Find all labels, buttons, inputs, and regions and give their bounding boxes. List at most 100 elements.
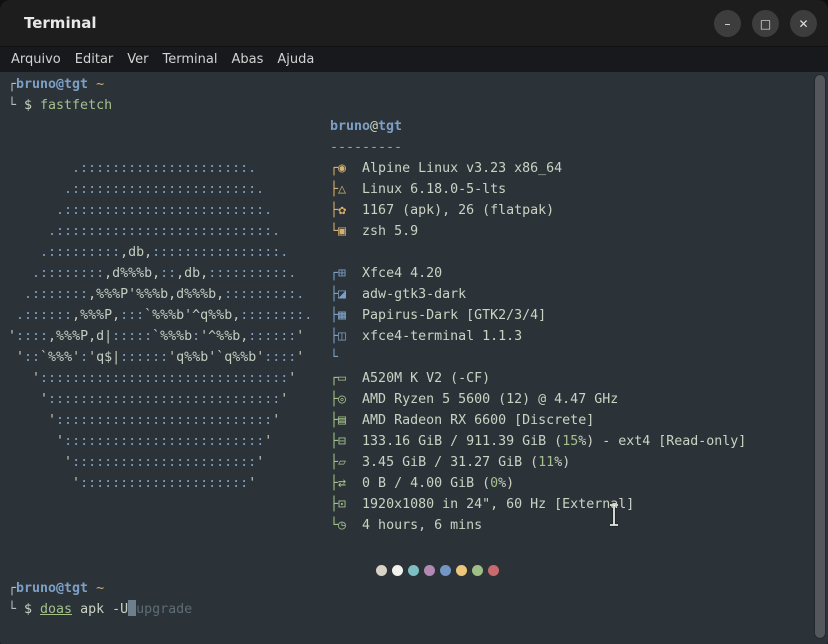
bracket-glyph: ├	[330, 392, 338, 407]
fastfetch-info-line: ├◪ adw-gtk3-dark	[330, 284, 466, 305]
minimize-icon: –	[725, 18, 731, 30]
palette-dot	[456, 565, 467, 576]
menu-item-arquivo[interactable]: Arquivo	[4, 52, 68, 67]
ascii-art-line: ':::::::::::::::::::::::'	[8, 452, 264, 473]
gpu-icon: ▤	[338, 413, 346, 428]
fastfetch-info-line: ├▤ AMD Radeon RX 6600 [Discrete]	[330, 410, 594, 431]
fastfetch-user-host: bruno@tgt	[330, 116, 402, 137]
bracket-glyph: └	[330, 518, 338, 533]
menu-item-terminal[interactable]: Terminal	[156, 52, 225, 67]
ascii-art-line: .:::::::,%%%P'%%%b,d%%%b,:::::::::.	[8, 284, 304, 305]
fastfetch-info-line: ┌⊞ Xfce4 4.20	[330, 263, 442, 284]
text-cursor	[128, 600, 136, 616]
minimize-button[interactable]: –	[714, 10, 741, 37]
terminal-icon: ◫	[338, 329, 346, 344]
maximize-icon: □	[760, 18, 771, 30]
ascii-art-line: .:::::::::::::::::::::::::::.	[8, 221, 280, 242]
palette-dot	[488, 565, 499, 576]
menu-item-abas[interactable]: Abas	[224, 52, 270, 67]
bracket-glyph: ├	[330, 308, 338, 323]
ascii-art-line: ':::::::::::::::::::::'	[8, 473, 256, 494]
palette-dot	[424, 565, 435, 576]
uptime-icon: ◷	[338, 518, 346, 533]
palette-dot	[440, 565, 451, 576]
fastfetch-info-line: ├◎ AMD Ryzen 5 5600 (12) @ 4.47 GHz	[330, 389, 618, 410]
bracket-glyph: ├	[330, 413, 338, 428]
icon-theme-icon: ▦	[338, 308, 346, 323]
bracket-glyph: ┌	[330, 371, 338, 386]
fastfetch-info-line: ├⊟ 133.16 GiB / 911.39 GiB (15%) - ext4 …	[330, 431, 746, 452]
wm-icon: ⊞	[338, 266, 346, 281]
prompt-line: ┌bruno@tgt ~	[8, 74, 104, 95]
memory-icon: ▱	[338, 455, 346, 470]
ascii-art-line: ':::::::::::::::::::::::::::::'	[8, 389, 288, 410]
bracket-glyph: ├	[330, 476, 338, 491]
ascii-art-line: ':::::::::::::::::::::::::::'	[8, 410, 280, 431]
close-icon: ✕	[798, 18, 808, 30]
fastfetch-bracket-tail: └	[330, 347, 338, 368]
ascii-art-line: .:::::::::,db,::::::::::::::::.	[8, 242, 288, 263]
ascii-art-line: ':::::::::::::::::::::::::'	[8, 431, 272, 452]
bracket-glyph: ├	[330, 434, 338, 449]
menubar: ArquivoEditarVerTerminalAbasAjuda	[0, 47, 828, 72]
fastfetch-info-line: └▣ zsh 5.9	[330, 221, 418, 242]
ascii-art-line: .:::::::::::::::::::::::::.	[8, 200, 272, 221]
palette-dot	[376, 565, 387, 576]
fastfetch-info-line: ├⊡ 1920x1080 in 24", 60 Hz [External]	[330, 494, 634, 515]
fastfetch-info-line: ┌◉ Alpine Linux v3.23 x86_64	[330, 158, 562, 179]
fastfetch-info-line: ├⇄ 0 B / 4.00 GiB (0%)	[330, 473, 514, 494]
menu-item-editar[interactable]: Editar	[68, 52, 121, 67]
fastfetch-info-line: ├▱ 3.45 GiB / 31.27 GiB (11%)	[330, 452, 570, 473]
os-icon: ◉	[338, 161, 346, 176]
bracket-glyph: └	[330, 224, 338, 239]
shell-icon: ▣	[338, 224, 346, 239]
ascii-art-line: .::::::,%%%P,:::`%%%b'^q%%b,::::::::.	[8, 305, 312, 326]
fastfetch-info-line: ├◫ xfce4-terminal 1.1.3	[330, 326, 522, 347]
fastfetch-info-line: ├✿ 1167 (apk), 26 (flatpak)	[330, 200, 554, 221]
bracket-glyph: ┌	[330, 161, 338, 176]
palette-dot	[408, 565, 419, 576]
titlebar[interactable]: Terminal – □ ✕	[0, 0, 828, 47]
bracket-glyph: ├	[330, 203, 338, 218]
prompt-line: ┌bruno@tgt ~	[8, 578, 104, 599]
scrollbar[interactable]	[814, 74, 826, 639]
menu-item-ajuda[interactable]: Ajuda	[270, 52, 321, 67]
maximize-button[interactable]: □	[752, 10, 779, 37]
menu-item-ver[interactable]: Ver	[120, 52, 155, 67]
fastfetch-separator: ---------	[330, 137, 402, 158]
swap-icon: ⇄	[338, 476, 346, 491]
fastfetch-info-line: └◷ 4 hours, 6 mins	[330, 515, 482, 536]
ascii-art-line: .:::::::::::::::::::::::.	[8, 179, 264, 200]
color-palette	[376, 562, 504, 583]
close-button[interactable]: ✕	[790, 10, 817, 37]
bracket-glyph: ├	[330, 329, 338, 344]
bracket-glyph: ┌	[330, 266, 338, 281]
ascii-art-line: '::::,%%%P,d|:::::`%%%b:'^%%b,::::::'	[8, 326, 304, 347]
bracket-glyph: ├	[330, 287, 338, 302]
window-title: Terminal	[24, 14, 97, 32]
prompt-line: └ $ doas apk -Uupgrade	[8, 599, 192, 620]
motherboard-icon: ▭	[338, 371, 346, 386]
ascii-art-line: .:::::::::::::::::::::.	[8, 158, 256, 179]
fastfetch-info-line: ├▦ Papirus-Dark [GTK2/3/4]	[330, 305, 546, 326]
terminal-screen[interactable]: ┌bruno@tgt ~└ $ fastfetchbruno@tgt------…	[0, 72, 828, 644]
display-icon: ⊡	[338, 497, 346, 512]
bracket-glyph: ├	[330, 455, 338, 470]
ascii-art-line: ':::::::::::::::::::::::::::::::'	[8, 368, 296, 389]
fastfetch-info-line: ┌▭ A520M K V2 (-CF)	[330, 368, 490, 389]
terminal-window: Terminal – □ ✕ ArquivoEditarVerTerminalA…	[0, 0, 828, 644]
scrollbar-thumb[interactable]	[815, 75, 825, 638]
fastfetch-info-line: ├△ Linux 6.18.0-5-lts	[330, 179, 506, 200]
bracket-glyph: ├	[330, 182, 338, 197]
ascii-art-line: .::::::::,d%%%b,::,db,::::::::::.	[8, 263, 296, 284]
wm-theme-icon: ◪	[338, 287, 346, 302]
kernel-icon: △	[338, 182, 346, 197]
palette-dot	[392, 565, 403, 576]
palette-dot	[472, 565, 483, 576]
disk-icon: ⊟	[338, 434, 346, 449]
ascii-art-line: '::`%%%':'q$|::::::'q%%b'`q%%b'::::'	[8, 347, 304, 368]
packages-icon: ✿	[338, 203, 346, 218]
bracket-glyph: ├	[330, 497, 338, 512]
window-buttons: – □ ✕	[714, 10, 817, 37]
prompt-line: └ $ fastfetch	[8, 95, 112, 116]
